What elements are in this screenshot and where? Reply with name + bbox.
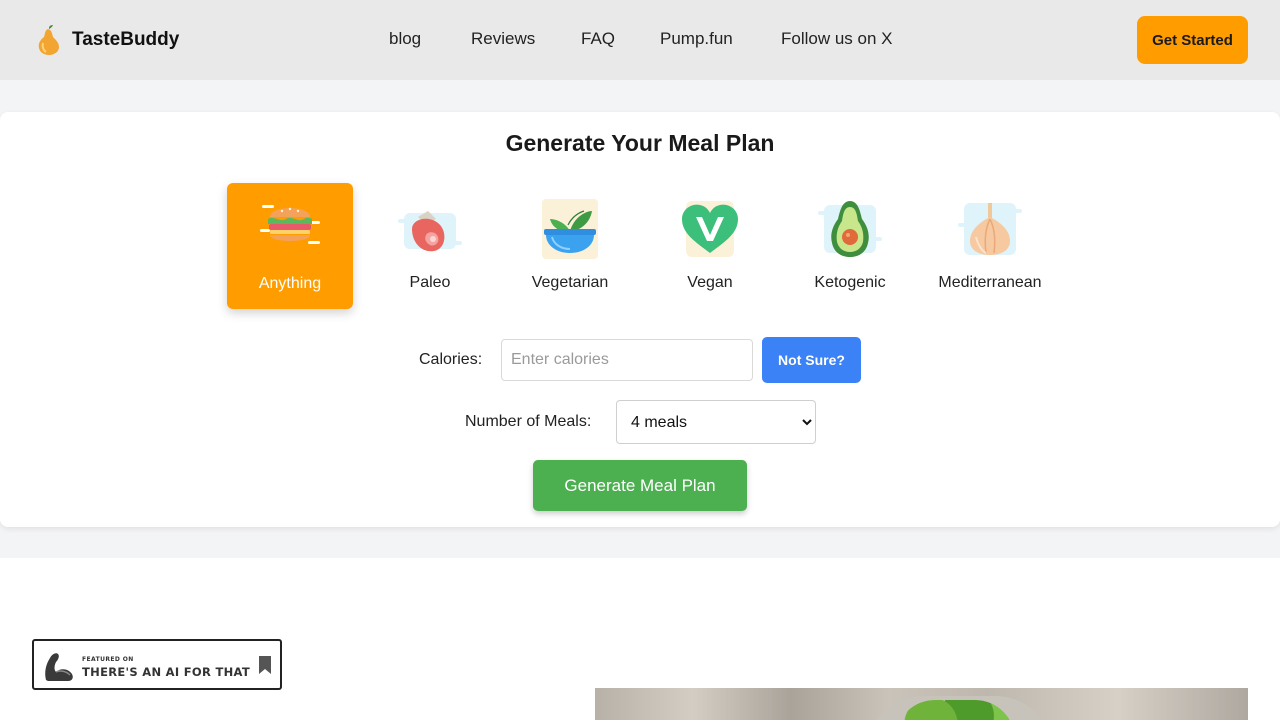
diet-option-vegan[interactable]: Vegan — [647, 183, 773, 309]
calories-row: Calories: Not Sure? — [0, 337, 1280, 383]
diet-option-mediterranean[interactable]: Mediterranean — [927, 183, 1053, 309]
badge-title: THERE'S AN AI FOR THAT — [82, 665, 250, 679]
calories-input[interactable] — [501, 339, 753, 381]
diet-label: Mediterranean — [938, 274, 1042, 291]
salad-bowl-icon — [542, 199, 598, 259]
page-title: Generate Your Meal Plan — [505, 130, 775, 156]
meat-icon — [398, 211, 462, 252]
nav-faq[interactable]: FAQ — [581, 29, 615, 49]
avocado-icon — [818, 201, 882, 257]
nav-pumpfun[interactable]: Pump.fun — [660, 29, 733, 49]
calories-label: Calories: — [419, 351, 483, 368]
not-sure-button[interactable]: Not Sure? — [762, 337, 861, 383]
bookmark-icon — [259, 656, 271, 674]
diet-option-anything[interactable]: Anything — [227, 183, 353, 309]
nav-blog[interactable]: blog — [389, 29, 421, 49]
vegan-heart-icon — [682, 201, 738, 257]
diet-option-ketogenic[interactable]: Ketogenic — [787, 183, 913, 309]
meals-select[interactable]: 4 meals — [616, 400, 816, 444]
diet-option-vegetarian[interactable]: Vegetarian — [507, 183, 633, 309]
salad-photo — [595, 688, 1248, 720]
burger-icon — [260, 205, 320, 244]
garlic-icon — [958, 203, 1022, 255]
meals-label: Number of Meals: — [465, 413, 592, 430]
nav-follow-x[interactable]: Follow us on X — [781, 29, 893, 49]
meal-plan-card: Generate Your Meal Plan Anything Paleo V… — [0, 112, 1280, 527]
get-started-button[interactable]: Get Started — [1137, 16, 1248, 64]
flexed-arm-icon — [45, 653, 73, 681]
generate-meal-plan-button[interactable]: Generate Meal Plan — [533, 460, 747, 511]
site-header: TasteBuddy blog Reviews FAQ Pump.fun Fol… — [0, 0, 1280, 80]
featured-badge[interactable]: FEATURED ON THERE'S AN AI FOR THAT — [32, 639, 282, 690]
meals-row: Number of Meals: 4 meals — [0, 400, 1280, 444]
badge-caption: FEATURED ON — [82, 656, 134, 663]
diet-option-paleo[interactable]: Paleo — [367, 183, 493, 309]
nav-reviews[interactable]: Reviews — [471, 29, 535, 49]
main-nav: blog Reviews FAQ Pump.fun Follow us on X — [0, 29, 1280, 53]
